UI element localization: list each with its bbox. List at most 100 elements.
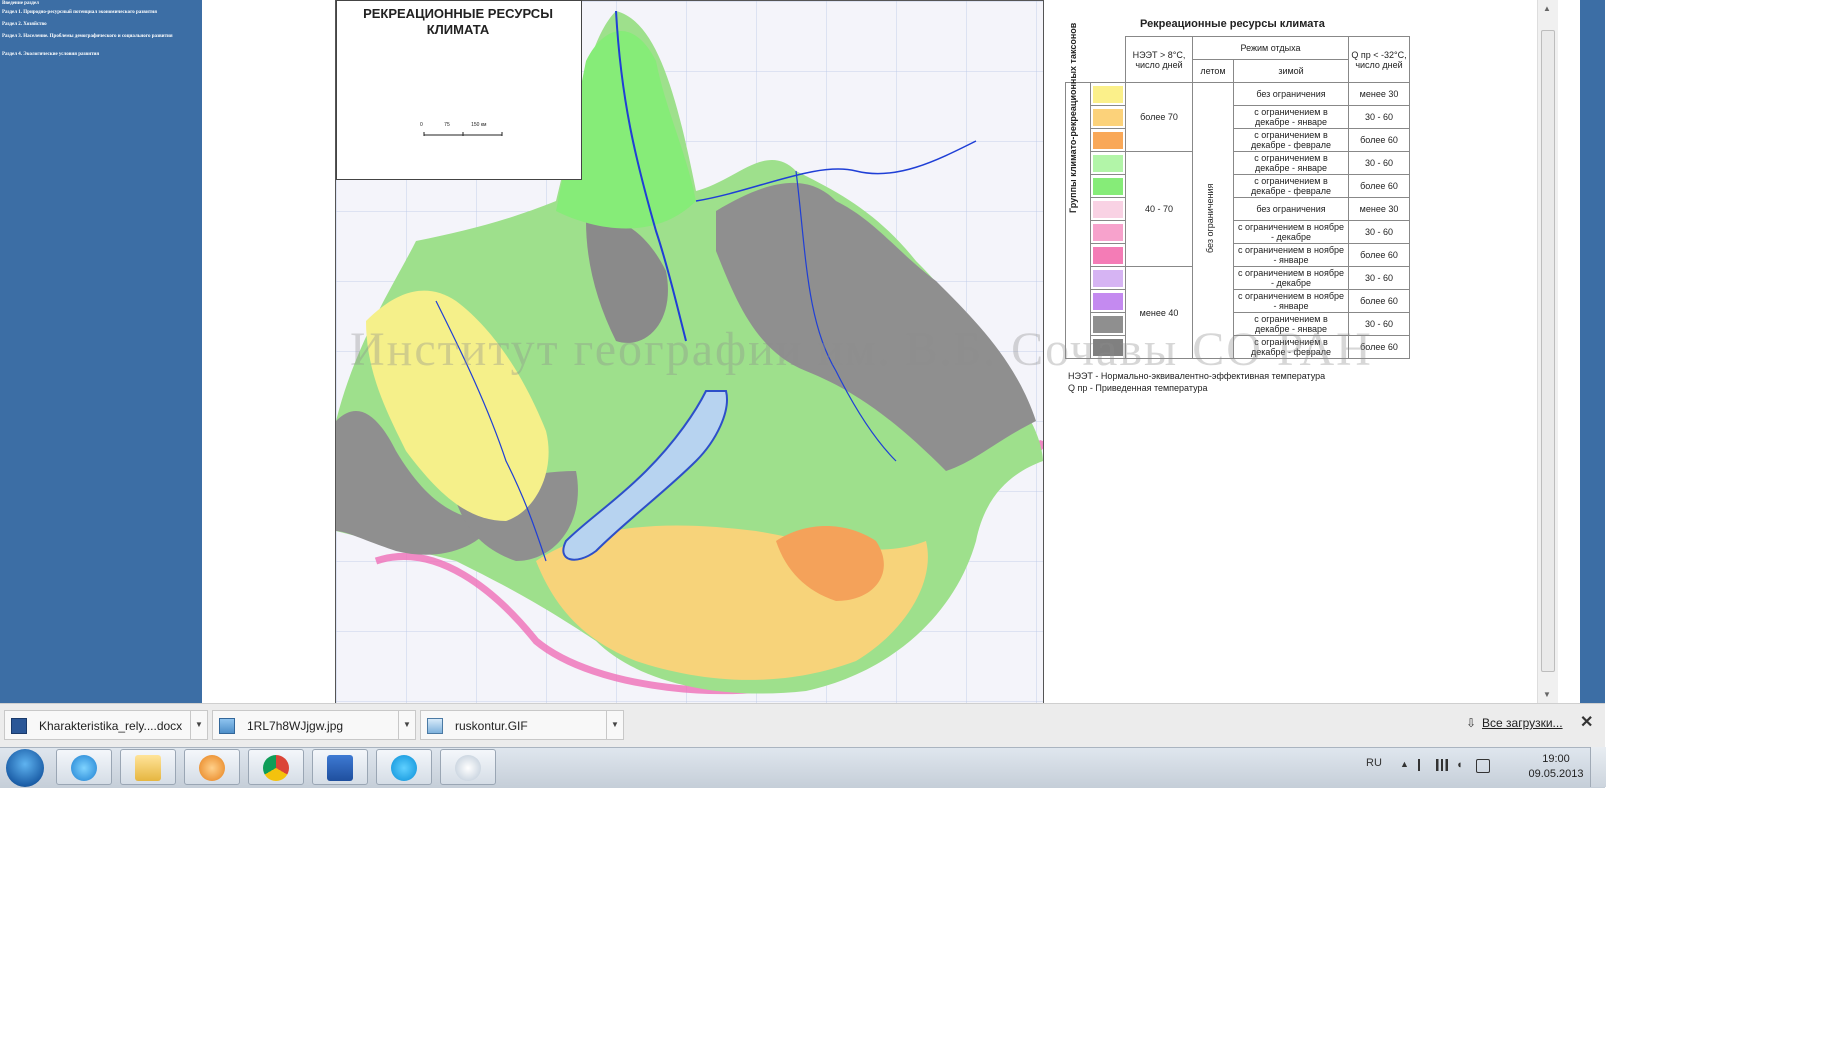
legend-swatch xyxy=(1090,82,1126,106)
legend-swatch xyxy=(1090,266,1126,290)
download-item-name: ruskontur.GIF xyxy=(455,719,528,733)
show-desktop-button[interactable] xyxy=(1590,747,1606,787)
legend-color-box xyxy=(1093,85,1123,103)
taskbar-media-player[interactable] xyxy=(184,749,240,785)
scale-labels: 0 75 150 км xyxy=(420,122,486,128)
legend-q: 30 - 60 xyxy=(1348,266,1410,290)
legend-swatch xyxy=(1090,220,1126,244)
legend-swatch xyxy=(1090,128,1126,152)
chevron-down-icon[interactable]: ▼ xyxy=(190,711,207,739)
legend-winter: без ограничения xyxy=(1233,82,1349,106)
legend-table-wrap: НЭЭТ > 8°С, число дней Режим отдыха Q пр… xyxy=(1065,23,1410,359)
start-button[interactable] xyxy=(6,749,44,787)
volume-icon[interactable]: ◖ xyxy=(1456,759,1468,771)
legend-group: 40 - 70 xyxy=(1125,151,1193,267)
legend-header-winter: зимой xyxy=(1233,59,1349,83)
clock-time: 19:00 xyxy=(1542,753,1570,765)
legend-swatch xyxy=(1090,243,1126,267)
system-clock[interactable]: 19:00 09.05.2013 xyxy=(1526,752,1586,782)
scroll-down-arrow-icon[interactable]: ▼ xyxy=(1543,690,1551,699)
legend-title: Рекреационные ресурсы климата xyxy=(1140,18,1325,30)
taskbar-word[interactable] xyxy=(312,749,368,785)
download-item[interactable]: Kharakteristika_rely....docx ▼ xyxy=(4,710,208,740)
paint-icon xyxy=(455,755,481,781)
legend-color-box xyxy=(1093,108,1123,126)
legend-table: НЭЭТ > 8°С, число дней Режим отдыха Q пр… xyxy=(1065,23,1410,359)
image-file-icon xyxy=(427,718,443,734)
legend-side-label: Группы климато-рекреационных таксонов xyxy=(1068,22,1078,213)
legend-swatch xyxy=(1090,151,1126,175)
legend-color-box xyxy=(1093,131,1123,149)
toc-item[interactable]: Раздел 4. Экологические условия развития xyxy=(2,52,192,58)
download-item-name: 1RL7h8WJjgw.jpg xyxy=(247,719,344,733)
legend-color-box xyxy=(1093,269,1123,287)
toc-item[interactable]: Введение раздел xyxy=(2,1,192,7)
chrome-icon xyxy=(263,755,289,781)
action-center-flag-icon[interactable] xyxy=(1418,759,1432,771)
close-icon[interactable]: ✕ xyxy=(1580,712,1593,732)
media-player-icon xyxy=(199,755,225,781)
map-watermark: Институт географии им. В.Б. Сочавы СО РА… xyxy=(350,323,1373,376)
taskbar xyxy=(0,747,1605,788)
legend-winter: с ограничением в ноябре - январе xyxy=(1233,243,1349,267)
legend-color-box xyxy=(1093,246,1123,264)
toc-item[interactable]: Раздел 3. Население. Проблемы демографич… xyxy=(2,34,192,40)
network-icon[interactable] xyxy=(1436,759,1448,771)
download-item[interactable]: ruskontur.GIF ▼ xyxy=(420,710,624,740)
chevron-down-icon[interactable]: ▼ xyxy=(606,711,623,739)
legend-winter: без ограничения xyxy=(1233,197,1349,221)
scrollbar-thumb[interactable] xyxy=(1541,30,1555,672)
taskbar-ie[interactable] xyxy=(56,749,112,785)
legend-swatch xyxy=(1090,105,1126,129)
taskbar-chrome[interactable] xyxy=(248,749,304,785)
taskbar-explorer[interactable] xyxy=(120,749,176,785)
legend-q: менее 30 xyxy=(1348,197,1410,221)
scale-label: 150 км xyxy=(471,122,487,128)
toc-item[interactable]: Раздел 2. Хозяйство xyxy=(2,22,192,28)
scale-label: 75 xyxy=(444,122,450,128)
legend-color-box xyxy=(1093,223,1123,241)
legend-winter: с ограничением в декабре - январе xyxy=(1233,151,1349,175)
legend-swatch xyxy=(1090,174,1126,198)
legend-summer-cell: без ограничения xyxy=(1192,82,1234,359)
word-icon xyxy=(327,755,353,781)
legend-winter: с ограничением в ноябре - декабре xyxy=(1233,220,1349,244)
legend-header-q: Q пр < -32°С, число дней xyxy=(1348,36,1410,83)
legend-color-box xyxy=(1093,292,1123,310)
scale-label: 0 xyxy=(420,122,423,128)
internet-explorer-icon xyxy=(71,755,97,781)
image-file-icon xyxy=(219,718,235,734)
chevron-down-icon[interactable]: ▼ xyxy=(398,711,415,739)
toc-item[interactable]: Раздел 1. Природно-ресурсный потенциал э… xyxy=(2,10,192,16)
legend-group: более 70 xyxy=(1125,82,1193,152)
legend-winter: с ограничением в ноябре - январе xyxy=(1233,289,1349,313)
scale-bar xyxy=(423,132,503,136)
language-indicator[interactable]: RU xyxy=(1366,757,1382,769)
map-title: РЕКРЕАЦИОННЫЕ РЕСУРСЫ КЛИМАТА xyxy=(363,6,553,37)
legend-summer-value: без ограничения xyxy=(1205,183,1215,253)
legend-q: более 60 xyxy=(1348,243,1410,267)
chevron-up-icon[interactable]: ▲ xyxy=(1400,759,1412,771)
legend-q: 30 - 60 xyxy=(1348,220,1410,244)
legend-winter: с ограничением в декабре - феврале xyxy=(1233,174,1349,198)
legend-q: менее 30 xyxy=(1348,82,1410,106)
scroll-up-arrow-icon[interactable]: ▲ xyxy=(1543,4,1551,13)
taskbar-skype[interactable] xyxy=(376,749,432,785)
taskbar-paint[interactable] xyxy=(440,749,496,785)
legend-q: более 60 xyxy=(1348,128,1410,152)
file-explorer-icon xyxy=(135,755,161,781)
legend-side-label-cell: Группы климато-рекреационных таксонов xyxy=(1065,23,1091,359)
legend-q: более 60 xyxy=(1348,174,1410,198)
legend-q: 30 - 60 xyxy=(1348,151,1410,175)
all-downloads-link[interactable]: Все загрузки... xyxy=(1482,716,1563,730)
legend-winter: с ограничением в декабре - феврале xyxy=(1233,128,1349,152)
device-icon[interactable] xyxy=(1476,759,1490,773)
legend-q: 30 - 60 xyxy=(1348,105,1410,129)
legend-q: более 60 xyxy=(1348,289,1410,313)
legend-header-neet: НЭЭТ > 8°С, число дней xyxy=(1125,36,1193,83)
legend-winter: с ограничением в ноябре - декабре xyxy=(1233,266,1349,290)
legend-color-box xyxy=(1093,200,1123,218)
clock-date: 09.05.2013 xyxy=(1528,768,1584,780)
legend-header-summer: летом xyxy=(1192,59,1234,83)
download-item[interactable]: 1RL7h8WJjgw.jpg ▼ xyxy=(212,710,416,740)
